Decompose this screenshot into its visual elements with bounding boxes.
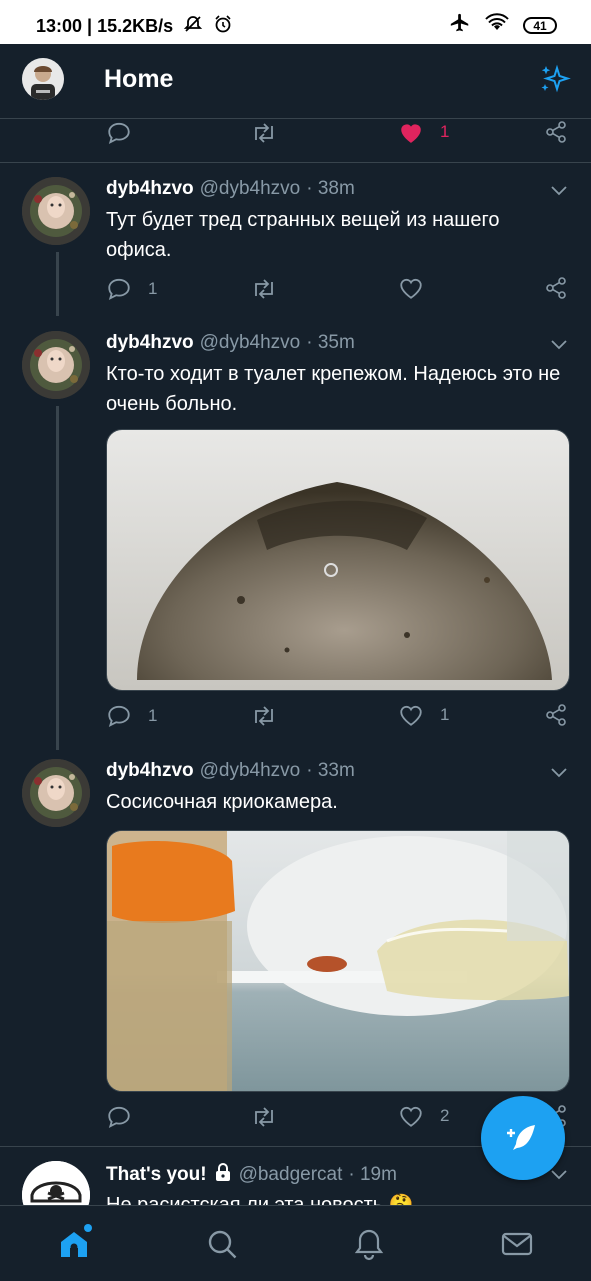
tweet-image[interactable]	[106, 830, 570, 1092]
retweet-icon	[255, 706, 273, 726]
like-count: 1	[440, 705, 450, 724]
reply-count: 1	[148, 706, 158, 725]
tweet-image[interactable]	[106, 429, 570, 691]
lock-icon	[213, 1162, 233, 1188]
app-header: Home	[0, 44, 591, 119]
tweet-time: · 35m	[306, 332, 355, 353]
sparkle-icon[interactable]	[537, 62, 573, 103]
like-count: 1	[440, 122, 450, 141]
previous-tweet-actions: 1	[106, 120, 576, 150]
like-button[interactable]: 1	[398, 703, 449, 727]
display-name[interactable]: dyb4hzvo	[106, 760, 194, 782]
share-icon	[546, 121, 566, 143]
retweet-button[interactable]	[250, 276, 278, 302]
like-button[interactable]	[398, 276, 424, 300]
tweet-header: That's you! @badgercat · 19m	[106, 1162, 397, 1188]
messages-icon	[501, 1232, 533, 1256]
user-handle: @dyb4hzvo	[199, 178, 301, 199]
tweet-text: Сосисочная криокамера.	[106, 791, 338, 813]
heart-icon	[400, 278, 422, 299]
search-icon	[208, 1230, 237, 1259]
tweet-time: · 33m	[306, 760, 355, 781]
thread-line	[56, 406, 59, 750]
chevron-down-icon[interactable]	[549, 764, 569, 785]
display-name[interactable]: dyb4hzvo	[106, 178, 194, 200]
muted-bell-icon	[183, 14, 203, 39]
tweet-time: · 38m	[306, 178, 355, 199]
tweet-text: Тут будет тред странных вещей из нашего …	[106, 209, 500, 261]
retweet-button[interactable]	[250, 703, 278, 729]
user-handle: @badgercat	[238, 1164, 343, 1185]
heart-filled-icon	[401, 124, 421, 143]
display-name[interactable]: dyb4hzvo	[106, 332, 194, 354]
home-notification-dot	[84, 1224, 92, 1232]
share-button[interactable]	[544, 120, 568, 144]
avatar[interactable]	[22, 331, 90, 399]
reply-button[interactable]: 1	[106, 276, 157, 302]
tweet-actions: 1	[106, 276, 576, 306]
notifications-icon	[354, 1229, 384, 1261]
reply-icon	[108, 705, 130, 727]
battery-level: 41	[533, 18, 547, 33]
thread-line	[56, 252, 59, 316]
avatar[interactable]	[22, 759, 90, 827]
tweet-actions: 1 1	[106, 703, 576, 733]
user-handle: @dyb4hzvo	[199, 332, 301, 353]
reply-icon	[108, 1106, 130, 1128]
divider	[0, 162, 591, 163]
tweet-text: Не расистская ли эта новость 🤔	[106, 1194, 414, 1205]
retweet-icon	[255, 123, 273, 143]
reply-button[interactable]	[106, 120, 132, 146]
page-title: Home	[104, 65, 174, 93]
retweet-button[interactable]	[250, 1104, 278, 1130]
status-time-speed: 13:00 | 15.2KB/s	[36, 16, 174, 36]
share-icon	[546, 277, 566, 299]
wifi-icon	[485, 13, 509, 38]
display-name[interactable]: That's you!	[106, 1164, 207, 1186]
avatar[interactable]	[22, 177, 90, 245]
share-icon	[546, 704, 566, 726]
nav-messages[interactable]	[497, 1224, 537, 1264]
retweet-button[interactable]	[250, 120, 278, 146]
battery-icon: 41	[523, 17, 557, 34]
heart-icon	[400, 1106, 422, 1127]
like-count: 2	[440, 1106, 450, 1125]
bottom-navigation	[0, 1205, 591, 1281]
tweet-header: dyb4hzvo @dyb4hzvo · 33m	[106, 760, 355, 782]
tweet-header: dyb4hzvo @dyb4hzvo · 38m	[106, 178, 355, 200]
chevron-down-icon[interactable]	[549, 336, 569, 357]
compose-tweet-button[interactable]	[481, 1096, 565, 1180]
status-bar: 13:00 | 15.2KB/s 41	[0, 0, 591, 44]
nav-notifications[interactable]	[349, 1224, 389, 1264]
reply-button[interactable]	[106, 1104, 132, 1130]
share-button[interactable]	[544, 276, 568, 300]
tweet-time: · 19m	[348, 1164, 397, 1185]
nav-search[interactable]	[202, 1224, 242, 1264]
home-icon	[61, 1232, 87, 1257]
chevron-down-icon[interactable]	[549, 182, 569, 203]
share-button[interactable]	[544, 703, 568, 727]
reply-icon	[108, 122, 130, 144]
like-button[interactable]: 2	[398, 1104, 449, 1128]
tweet-header: dyb4hzvo @dyb4hzvo · 35m	[106, 332, 355, 354]
airplane-icon	[449, 12, 471, 39]
heart-icon	[400, 705, 422, 726]
nav-home[interactable]	[54, 1224, 94, 1264]
alarm-icon	[213, 14, 233, 39]
tweet-text: Кто-то ходит в туалет крепежом. Надеюсь …	[106, 363, 561, 415]
user-handle: @dyb4hzvo	[199, 760, 301, 781]
like-button[interactable]: 1	[398, 120, 449, 144]
reply-button[interactable]: 1	[106, 703, 157, 729]
reply-icon	[108, 278, 130, 300]
compose-feather-icon	[507, 1125, 535, 1150]
retweet-icon	[255, 279, 273, 299]
chevron-down-icon[interactable]	[549, 1166, 569, 1187]
reply-count: 1	[148, 279, 158, 298]
profile-avatar[interactable]	[22, 58, 64, 100]
retweet-icon	[255, 1107, 273, 1127]
